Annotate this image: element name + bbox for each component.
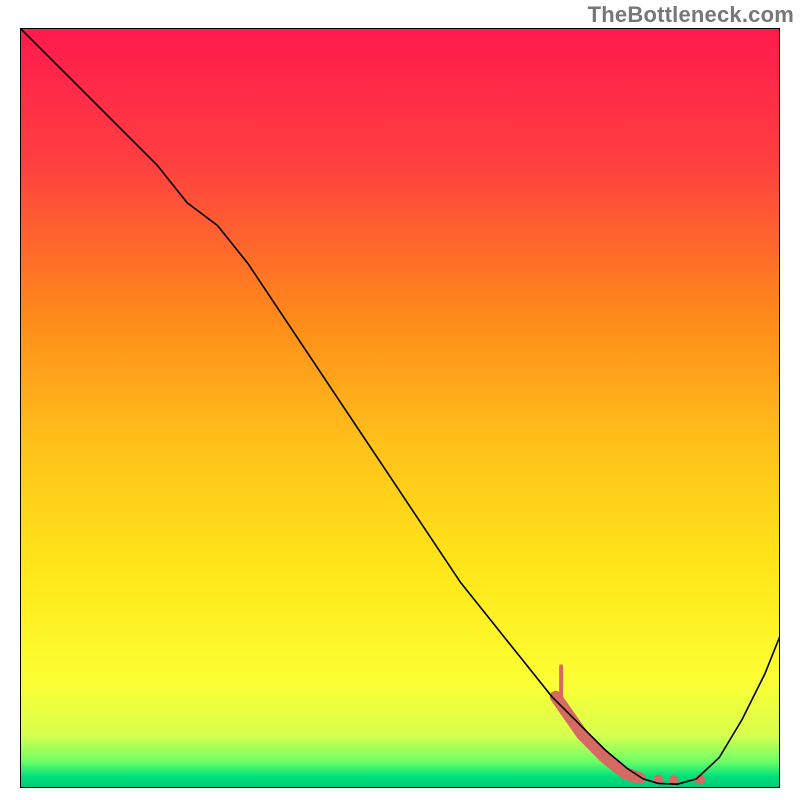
watermark-text: TheBottleneck.com <box>588 2 794 28</box>
chart-root: TheBottleneck.com <box>0 0 800 800</box>
chart-svg <box>20 28 780 788</box>
plot-area <box>20 28 780 788</box>
